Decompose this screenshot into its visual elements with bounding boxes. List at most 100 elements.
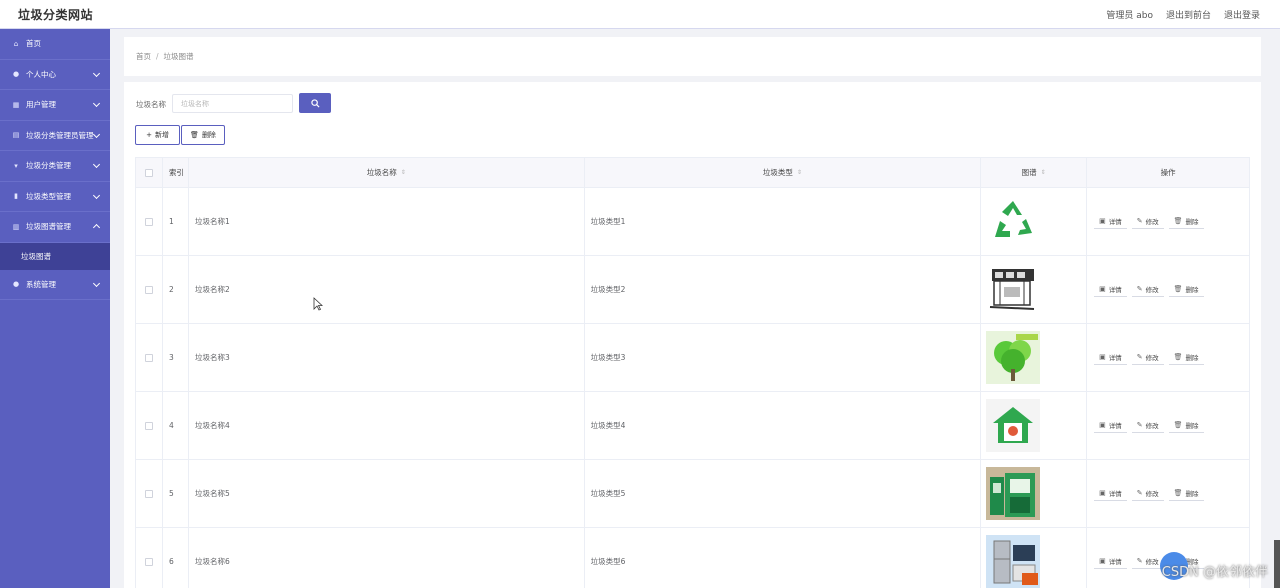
- sidebar-item-types[interactable]: ▮ 垃圾类型管理: [0, 182, 110, 212]
- row-thumbnail[interactable]: [986, 535, 1041, 588]
- row-checkbox[interactable]: [144, 421, 153, 430]
- detail-label: 详情: [1108, 422, 1122, 430]
- row-checkbox[interactable]: [144, 285, 153, 294]
- delete-label: 删除: [1185, 286, 1199, 294]
- row-thumbnail[interactable]: [986, 195, 1041, 248]
- table-body: 1 垃圾名称1 垃圾类型1 ▣ 详情 ✎ 修改 🗑 删除 2 垃圾名称2 垃圾类型2 ▣ 详情 ✎ 修改 🗑 删除…: [136, 188, 1249, 588]
- detail-button[interactable]: ▣ 详情: [1094, 419, 1127, 433]
- detail-label: 详情: [1108, 490, 1122, 498]
- type-cell: 垃圾类型3: [585, 324, 982, 391]
- row-thumbnail[interactable]: [986, 467, 1041, 520]
- mouse-cursor-icon: [313, 297, 323, 311]
- detail-label: 详情: [1108, 218, 1122, 226]
- image-cell: [981, 460, 1088, 527]
- site-title: 垃圾分类网站: [18, 8, 94, 22]
- delete-button[interactable]: 🗑删除: [1168, 487, 1204, 501]
- name-cell: 垃圾名称3: [189, 324, 585, 391]
- edit-button[interactable]: ✎ 修改: [1131, 215, 1164, 229]
- sort-icon[interactable]: ⇕: [401, 170, 406, 176]
- delete-label: 删除: [1185, 422, 1199, 430]
- detail-button[interactable]: ▣ 详情: [1094, 351, 1127, 365]
- sort-icon[interactable]: ⇕: [1041, 170, 1046, 176]
- sidebar-item-label: 垃圾图谱管理: [26, 222, 71, 232]
- edit-icon: ✎: [1136, 217, 1143, 225]
- scrollbar[interactable]: [1274, 540, 1280, 588]
- header-type-label: 垃圾类型: [762, 168, 793, 177]
- checkbox-cell: [136, 256, 163, 323]
- sidebar-item-home[interactable]: ⌂ 首页: [0, 29, 110, 60]
- image-cell: [981, 256, 1088, 323]
- delete-button[interactable]: 🗑删除: [1168, 419, 1204, 433]
- chevron-down-icon: [92, 99, 101, 108]
- row-checkbox[interactable]: [144, 217, 153, 226]
- sidebar-subitem-atlas[interactable]: 垃圾图谱: [0, 242, 110, 270]
- detail-button[interactable]: ▣ 详情: [1094, 215, 1127, 229]
- header-image[interactable]: 图谱 ⇕: [981, 158, 1088, 187]
- back-to-front-link[interactable]: 退出到前台: [1166, 8, 1211, 21]
- row-name: 垃圾名称5: [194, 489, 230, 498]
- edit-button[interactable]: ✎ 修改: [1131, 283, 1164, 297]
- type-cell: 垃圾类型1: [585, 188, 982, 255]
- edit-button[interactable]: ✎ 修改: [1131, 351, 1164, 365]
- ops-cell: ▣详情 ✎修改 🗑删除: [1087, 392, 1249, 459]
- header-checkbox-cell: [136, 158, 163, 187]
- row-thumbnail[interactable]: [986, 399, 1041, 452]
- add-button[interactable]: + 新增: [135, 125, 180, 145]
- row-index: 2: [168, 285, 174, 294]
- sidebar-item-system[interactable]: ● 系统管理: [0, 270, 110, 300]
- search-input[interactable]: 垃圾名称: [172, 94, 293, 113]
- batch-delete-button[interactable]: 🗑 删除: [181, 125, 225, 145]
- chevron-down-icon: [92, 130, 101, 138]
- sort-icon[interactable]: ⇕: [797, 170, 802, 176]
- sidebar-item-users[interactable]: ▦ 用户管理: [0, 90, 110, 121]
- delete-button[interactable]: 🗑删除: [1168, 283, 1204, 297]
- delete-label: 删除: [1185, 490, 1199, 498]
- trash-icon: 🗑: [1173, 489, 1183, 497]
- sidebar-item-classification[interactable]: ▾ 垃圾分类管理: [0, 151, 110, 182]
- row-thumbnail[interactable]: [986, 263, 1041, 316]
- header-type[interactable]: 垃圾类型 ⇕: [585, 158, 982, 187]
- row-index: 4: [168, 421, 174, 430]
- detail-label: 详情: [1108, 558, 1122, 566]
- chevron-down-icon: [92, 279, 101, 287]
- header-ops-label: 操作: [1160, 168, 1176, 177]
- checkbox-cell: [136, 324, 163, 391]
- row-checkbox[interactable]: [144, 489, 153, 498]
- edit-button[interactable]: ✎ 修改: [1131, 487, 1164, 501]
- row-type: 垃圾类型1: [590, 217, 626, 226]
- data-table: 索引 垃圾名称 ⇕ 垃圾类型 ⇕ 图谱 ⇕ 操作 1 垃圾名称1 垃圾类型1 ▣ 详情 ✎ 修改 🗑…: [135, 157, 1250, 588]
- edit-label: 修改: [1145, 286, 1159, 294]
- header-name[interactable]: 垃圾名称 ⇕: [189, 158, 585, 187]
- row-thumbnail[interactable]: [986, 331, 1041, 384]
- detail-button[interactable]: ▣ 详情: [1094, 555, 1127, 569]
- type-cell: 垃圾类型5: [585, 460, 982, 527]
- sidebar-item-label: 首页: [26, 39, 41, 49]
- select-all-checkbox[interactable]: [144, 168, 153, 177]
- row-checkbox[interactable]: [144, 557, 153, 566]
- edit-button[interactable]: ✎ 修改: [1131, 419, 1164, 433]
- edit-icon: ✎: [1136, 353, 1143, 361]
- sidebar-item-atlas[interactable]: ▥ 垃圾图谱管理: [0, 212, 110, 243]
- detail-button[interactable]: ▣ 详情: [1094, 487, 1127, 501]
- trash-icon: 🗑: [1173, 285, 1183, 293]
- detail-button[interactable]: ▣ 详情: [1094, 283, 1127, 297]
- index-cell: 2: [163, 256, 189, 323]
- edit-button[interactable]: ✎ 修改: [1131, 555, 1164, 569]
- logout-link[interactable]: 退出登录: [1224, 8, 1260, 21]
- grid-icon: ▦: [12, 100, 20, 109]
- delete-button[interactable]: 🗑删除: [1168, 351, 1204, 365]
- index-cell: 1: [163, 188, 189, 255]
- row-name: 垃圾名称6: [194, 557, 230, 566]
- row-name: 垃圾名称3: [194, 353, 230, 362]
- sidebar-item-label: 用户管理: [26, 100, 56, 110]
- search-icon: [310, 98, 320, 108]
- sidebar-item-admins[interactable]: ▤ 垃圾分类管理员管理: [0, 121, 110, 151]
- breadcrumb-home[interactable]: 首页: [136, 51, 151, 62]
- header-ops: 操作: [1087, 158, 1249, 187]
- sidebar-item-profile[interactable]: ● 个人中心: [0, 60, 110, 90]
- row-checkbox[interactable]: [144, 353, 153, 362]
- detail-icon: ▣: [1099, 421, 1106, 429]
- edit-label: 修改: [1145, 558, 1159, 566]
- search-button[interactable]: [299, 93, 331, 113]
- delete-button[interactable]: 🗑删除: [1168, 215, 1204, 229]
